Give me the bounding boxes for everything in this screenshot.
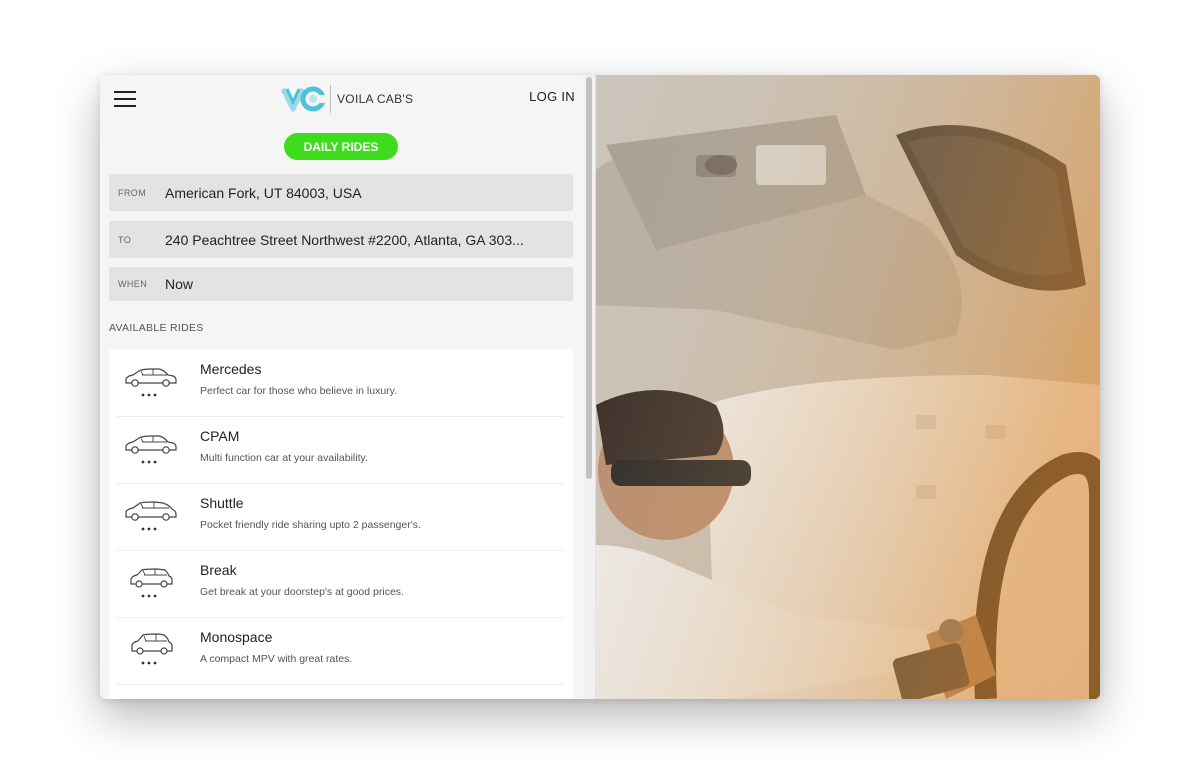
sedan-icon xyxy=(125,368,177,397)
ride-item-break[interactable]: Break Get break at your doorstep's at go… xyxy=(117,550,563,618)
ride-item-shuttle[interactable]: Shuttle Pocket friendly ride sharing upt… xyxy=(117,483,563,551)
driver-photo-illustration xyxy=(596,75,1100,699)
when-field[interactable]: WHEN Now xyxy=(109,267,573,301)
ride-item-cpam[interactable]: CPAM Multi function car at your availabi… xyxy=(117,416,563,484)
ride-name: Shuttle xyxy=(200,495,244,511)
to-input[interactable]: 240 Peachtree Street Northwest #2200, At… xyxy=(165,232,555,248)
vc-logo-icon xyxy=(280,86,328,112)
daily-rides-button[interactable]: DAILY RIDES xyxy=(284,133,398,160)
app-window: VOILA CAB'S LOG IN DAILY RIDES FROM Amer… xyxy=(100,75,1100,699)
brand-logo[interactable]: VOILA CAB'S xyxy=(280,83,413,115)
to-label: TO xyxy=(118,234,132,245)
available-rides-title: AVAILABLE RIDES xyxy=(109,322,204,334)
booking-panel: VOILA CAB'S LOG IN DAILY RIDES FROM Amer… xyxy=(100,75,583,699)
when-input[interactable]: Now xyxy=(165,276,555,292)
from-label: FROM xyxy=(118,187,147,198)
login-link[interactable]: LOG IN xyxy=(529,89,575,104)
scrollbar-thumb[interactable] xyxy=(586,77,592,479)
scrollbar[interactable] xyxy=(583,75,596,699)
logo-divider xyxy=(330,85,331,113)
sedan-icon xyxy=(125,435,177,464)
to-field[interactable]: TO 240 Peachtree Street Northwest #2200,… xyxy=(109,221,573,258)
ride-description: Perfect car for those who believe in lux… xyxy=(200,385,398,397)
hero-photo-driver-in-car xyxy=(596,75,1100,699)
ride-description: A compact MPV with great rates. xyxy=(200,653,353,665)
hatchback-icon xyxy=(125,501,177,531)
ride-name: CPAM xyxy=(200,428,240,444)
ride-item-monospace[interactable]: Monospace A compact MPV with great rates… xyxy=(117,617,563,685)
ride-name: Mercedes xyxy=(200,361,262,377)
wagon-icon xyxy=(130,568,173,598)
ride-description: Get break at your doorstep's at good pri… xyxy=(200,586,404,598)
ride-name: Monospace xyxy=(200,629,273,645)
menu-icon[interactable] xyxy=(114,91,136,107)
ride-name: Break xyxy=(200,562,237,578)
when-label: WHEN xyxy=(118,279,148,289)
ride-description: Pocket friendly ride sharing upto 2 pass… xyxy=(200,519,421,531)
ride-item-mercedes[interactable]: Mercedes Perfect car for those who belie… xyxy=(117,349,563,417)
from-input[interactable]: American Fork, UT 84003, USA xyxy=(165,185,555,201)
mpv-icon xyxy=(131,633,173,665)
from-field[interactable]: FROM American Fork, UT 84003, USA xyxy=(109,174,573,211)
brand-name: VOILA CAB'S xyxy=(337,92,414,106)
ride-description: Multi function car at your availability. xyxy=(200,452,368,464)
rides-list: Mercedes Perfect car for those who belie… xyxy=(109,349,573,699)
